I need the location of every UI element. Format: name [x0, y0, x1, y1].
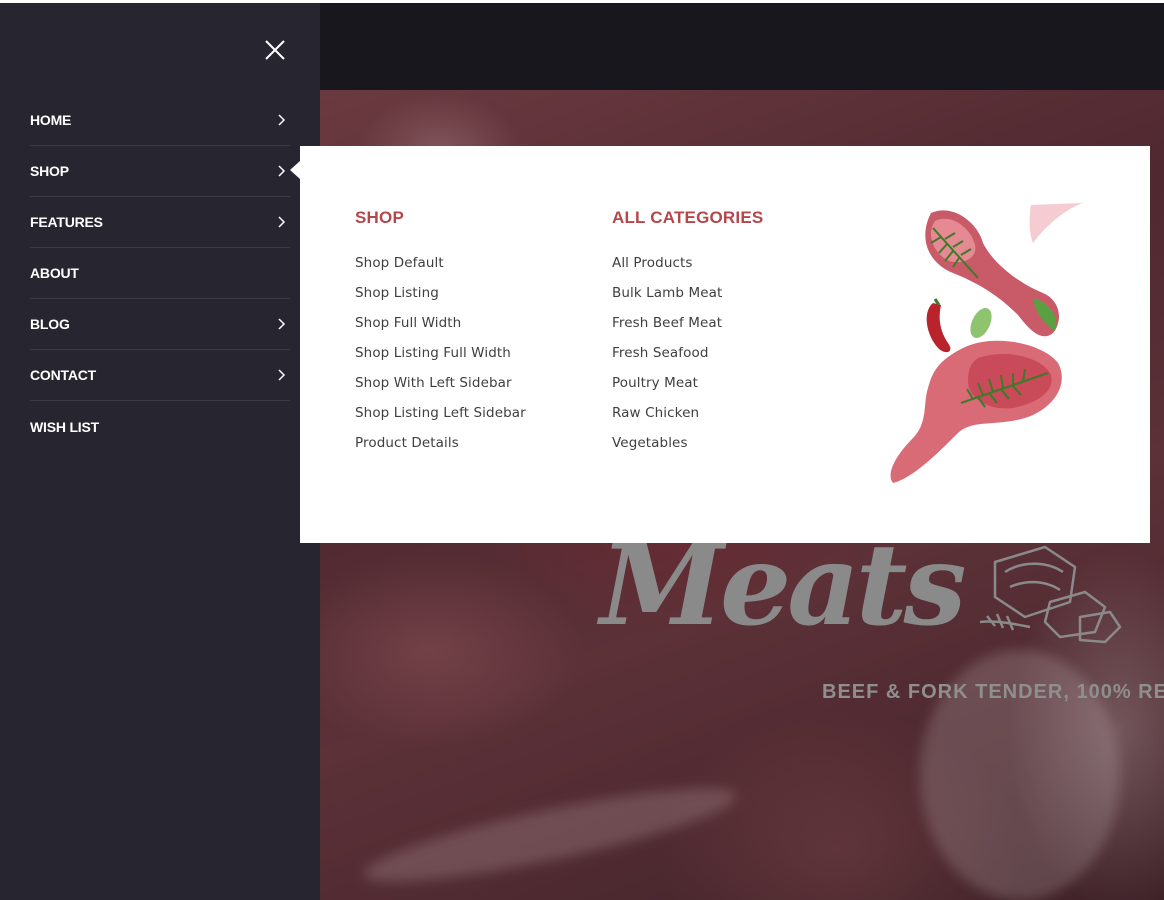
meat-sketch-icon — [979, 545, 1122, 644]
chevron-right-icon — [278, 165, 286, 177]
chevron-right-icon — [278, 318, 286, 330]
meat-chops-image[interactable] — [883, 203, 1088, 488]
mega-link[interactable]: Shop With Left Sidebar — [355, 368, 526, 398]
nav-item-blog[interactable]: BLOG — [30, 299, 290, 350]
mega-link[interactable]: Shop Full Width — [355, 308, 526, 338]
mega-link[interactable]: Shop Default — [355, 248, 526, 278]
shop-column: SHOP Shop Default Shop Listing Shop Full… — [355, 208, 526, 458]
mega-link[interactable]: Shop Listing Full Width — [355, 338, 526, 368]
close-icon[interactable] — [263, 38, 287, 62]
chevron-right-icon — [278, 114, 286, 126]
mega-link[interactable]: Vegetables — [612, 428, 763, 458]
column-title: SHOP — [355, 208, 404, 227]
nav-item-label: HOME — [30, 112, 72, 128]
nav-menu: HOME SHOP FEATURES ABOUT BLOG CONTACT WI… — [30, 95, 290, 452]
nav-item-label: SHOP — [30, 163, 69, 179]
mega-link[interactable]: Poultry Meat — [612, 368, 763, 398]
hero-script-title: Meats — [600, 520, 967, 651]
nav-item-label: CONTACT — [30, 367, 96, 383]
categories-column: ALL CATEGORIES All Products Bulk Lamb Me… — [612, 208, 763, 458]
nav-item-contact[interactable]: CONTACT — [30, 350, 290, 401]
dropdown-pointer — [290, 161, 300, 179]
mega-link[interactable]: Fresh Seafood — [612, 338, 763, 368]
site-header — [320, 3, 1164, 90]
nav-item-label: ABOUT — [30, 265, 79, 281]
chevron-right-icon — [278, 216, 286, 228]
mega-link[interactable]: Bulk Lamb Meat — [612, 278, 763, 308]
nav-item-shop[interactable]: SHOP — [30, 146, 290, 197]
mega-link[interactable]: Shop Listing — [355, 278, 526, 308]
nav-item-label: FEATURES — [30, 214, 103, 230]
column-title: ALL CATEGORIES — [612, 208, 764, 227]
hero-tagline: BEEF & FORK TENDER, 100% REA — [822, 681, 1164, 703]
mega-link[interactable]: Shop Listing Left Sidebar — [355, 398, 526, 428]
nav-item-about[interactable]: ABOUT — [30, 248, 290, 299]
nav-item-wish-list[interactable]: WISH LIST — [30, 401, 290, 452]
mega-link[interactable]: Raw Chicken — [612, 398, 763, 428]
shop-mega-menu: SHOP Shop Default Shop Listing Shop Full… — [300, 146, 1150, 543]
mega-link[interactable]: Product Details — [355, 428, 526, 458]
mobile-nav-panel: HOME SHOP FEATURES ABOUT BLOG CONTACT WI… — [0, 3, 320, 900]
nav-item-home[interactable]: HOME — [30, 95, 290, 146]
nav-item-features[interactable]: FEATURES — [30, 197, 290, 248]
nav-item-label: BLOG — [30, 316, 70, 332]
mega-link[interactable]: Fresh Beef Meat — [612, 308, 763, 338]
mega-link[interactable]: All Products — [612, 248, 763, 278]
chevron-right-icon — [278, 369, 286, 381]
nav-item-label: WISH LIST — [30, 418, 99, 435]
